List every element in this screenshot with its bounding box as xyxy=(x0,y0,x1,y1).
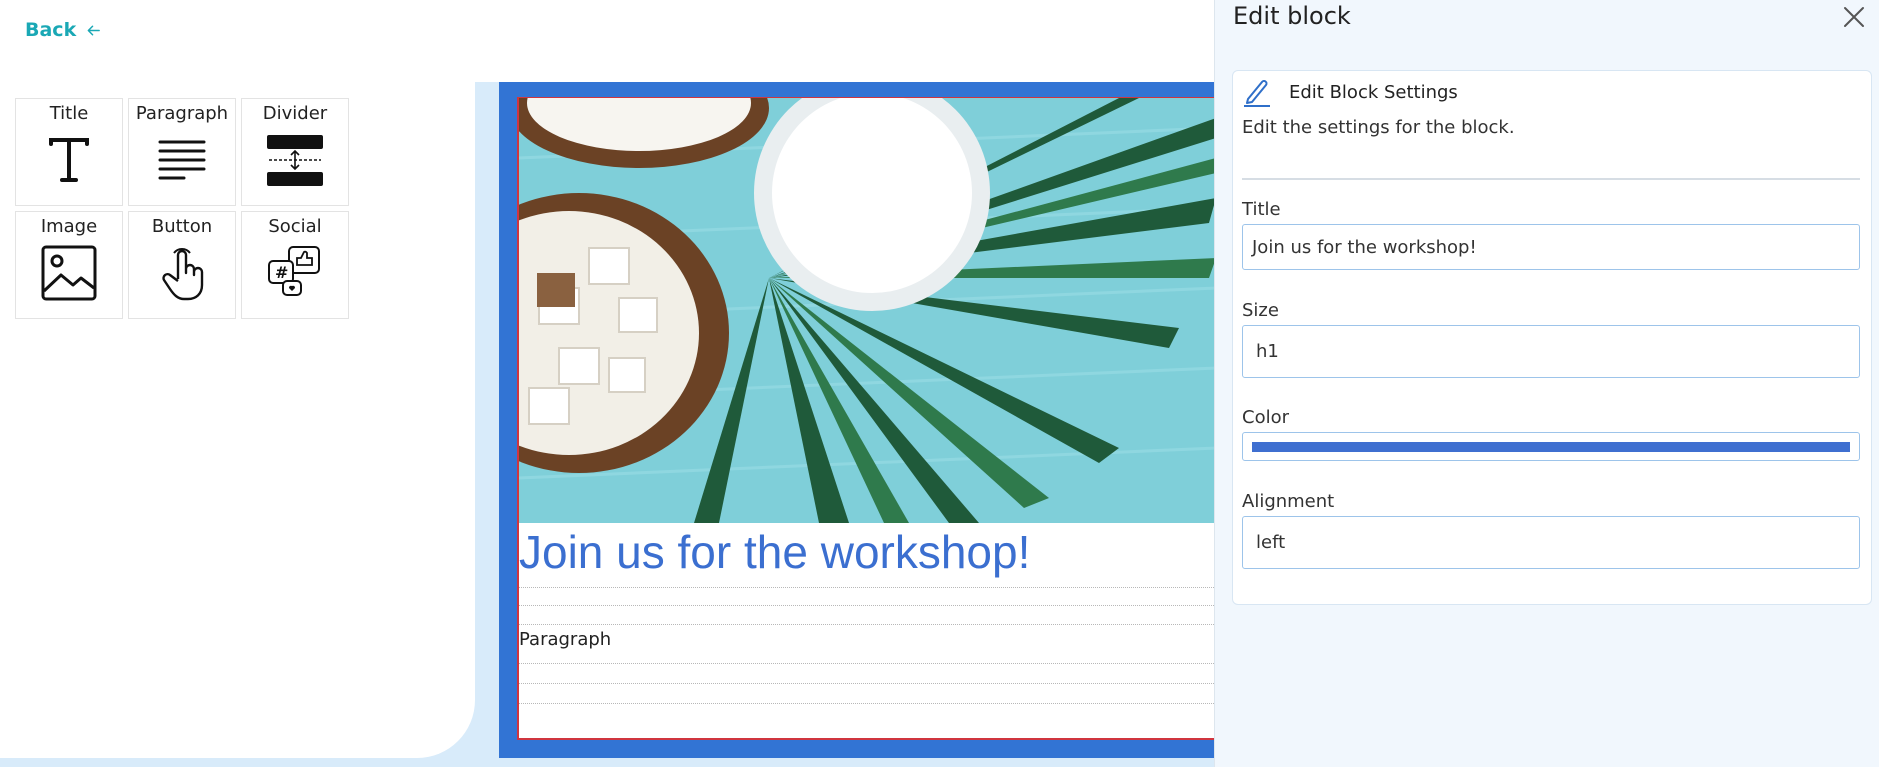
block-separator xyxy=(519,605,1214,606)
block-separator xyxy=(519,587,1214,588)
block-tile-button[interactable]: Button xyxy=(128,211,236,319)
pencil-icon xyxy=(1244,80,1270,107)
block-tile-title[interactable]: Title xyxy=(15,98,123,206)
block-tile-paragraph[interactable]: Paragraph xyxy=(128,98,236,206)
back-label: Back xyxy=(25,19,77,41)
color-swatch xyxy=(1252,442,1850,452)
edit-block-panel: Edit block Edit Block Settings Edit the … xyxy=(1214,0,1879,767)
social-icon: # xyxy=(268,246,320,296)
coconut-palm-image xyxy=(519,98,1214,523)
size-field-label: Size xyxy=(1242,300,1279,321)
block-separator xyxy=(519,683,1214,684)
pointer-hand-icon xyxy=(162,248,204,301)
block-tile-label: Paragraph xyxy=(135,103,229,124)
canvas-title-block[interactable]: Join us for the workshop! xyxy=(519,525,1030,579)
alignment-select[interactable]: left xyxy=(1242,516,1860,569)
paragraph-icon xyxy=(158,140,206,180)
close-icon[interactable] xyxy=(1841,4,1867,30)
card-description: Edit the settings for the block. xyxy=(1242,117,1515,138)
block-separator xyxy=(519,663,1214,664)
svg-text:#: # xyxy=(275,263,288,282)
block-separator xyxy=(519,703,1214,704)
block-tile-label: Image xyxy=(40,216,98,237)
block-palette-panel: Back Title Paragraph Divider Image Butto… xyxy=(0,0,475,758)
panel-title: Edit block xyxy=(1233,2,1351,30)
block-tile-divider[interactable]: Divider xyxy=(241,98,349,206)
color-field-label: Color xyxy=(1242,407,1289,428)
back-link[interactable]: Back xyxy=(25,19,101,41)
title-field-label: Title xyxy=(1242,199,1281,220)
color-picker[interactable] xyxy=(1242,432,1860,461)
image-icon xyxy=(41,245,97,301)
block-tile-label: Social xyxy=(268,216,322,237)
alignment-field-label: Alignment xyxy=(1242,491,1335,512)
divider-icon xyxy=(267,135,323,186)
block-tile-label: Divider xyxy=(262,103,328,124)
block-tile-image[interactable]: Image xyxy=(15,211,123,319)
blocks-grid: Title Paragraph Divider Image Button Soc… xyxy=(15,98,349,319)
block-tile-label: Title xyxy=(49,103,89,124)
block-tile-social[interactable]: Social # xyxy=(241,211,349,319)
title-text-icon xyxy=(49,138,89,182)
block-settings-card: Edit Block Settings Edit the settings fo… xyxy=(1232,70,1872,605)
divider xyxy=(1242,178,1860,180)
hero-image-block[interactable] xyxy=(519,98,1214,523)
canvas-paragraph-block[interactable]: Paragraph xyxy=(519,629,611,650)
block-separator xyxy=(519,624,1214,625)
arrow-left-icon xyxy=(87,25,101,35)
title-input[interactable]: Join us for the workshop! xyxy=(1242,224,1860,270)
card-header: Edit Block Settings xyxy=(1243,77,1458,107)
card-heading: Edit Block Settings xyxy=(1289,81,1458,103)
email-canvas: Join us for the workshop! Paragraph xyxy=(517,97,1214,740)
block-tile-label: Button xyxy=(151,216,213,237)
size-select[interactable]: h1 xyxy=(1242,325,1860,378)
